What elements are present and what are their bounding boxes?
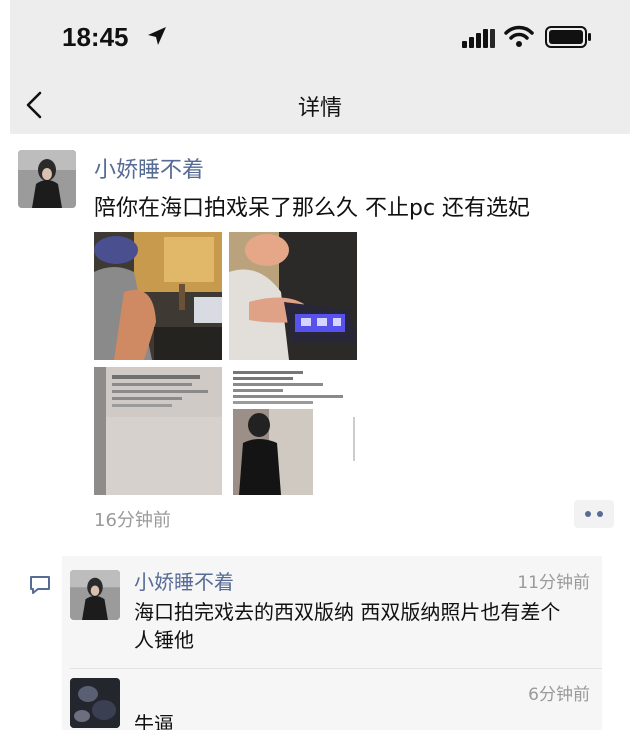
screen: 18:45 详情 小娇睡不着 陪你在海口拍戏呆了那么久 不止pc 还有选妃 16… [10, 0, 630, 730]
post-photo[interactable] [94, 367, 222, 495]
dot [585, 511, 591, 517]
wifi-icon [504, 25, 534, 47]
comment-text: 牛逼 [134, 712, 174, 730]
post-text: 陪你在海口拍戏呆了那么久 不止pc 还有选妃 [94, 196, 531, 221]
post-photo[interactable] [229, 232, 357, 360]
comment-icon [30, 576, 50, 594]
post-photo[interactable] [94, 232, 222, 360]
more-dots-icon[interactable] [574, 500, 614, 528]
comment-text: 海口拍完戏去的西双版纳 西双版纳照片也有差个人锤他 [134, 600, 561, 652]
avatar[interactable] [70, 678, 120, 728]
page-title: 详情 [297, 96, 342, 121]
battery-icon [545, 26, 591, 48]
avatar[interactable] [18, 150, 76, 208]
comment-timestamp: 6分钟前 [528, 685, 590, 705]
post-author[interactable]: 小娇睡不着 [94, 152, 204, 184]
moment-post: 小娇睡不着 陪你在海口拍戏呆了那么久 不止pc 还有选妃 16分钟前 [10, 134, 630, 542]
dot [597, 511, 603, 517]
status-time: 18:45 [62, 22, 129, 52]
comment-section: 小娇睡不着 11分钟前 海口拍完戏去的西双版纳 西双版纳照片也有差个人锤他 6分… [62, 556, 602, 730]
divider [70, 668, 602, 669]
cellular-signal-icon [462, 29, 495, 48]
location-arrow-icon [148, 27, 166, 45]
avatar[interactable] [70, 570, 120, 620]
post-photo[interactable] [229, 367, 357, 495]
status-bar: 18:45 [10, 0, 630, 76]
post-timestamp: 16分钟前 [94, 510, 171, 531]
navigation-bar: 详情 [10, 76, 630, 134]
comment-author[interactable]: 小娇睡不着 [134, 566, 234, 595]
comment-timestamp: 11分钟前 [517, 573, 590, 593]
